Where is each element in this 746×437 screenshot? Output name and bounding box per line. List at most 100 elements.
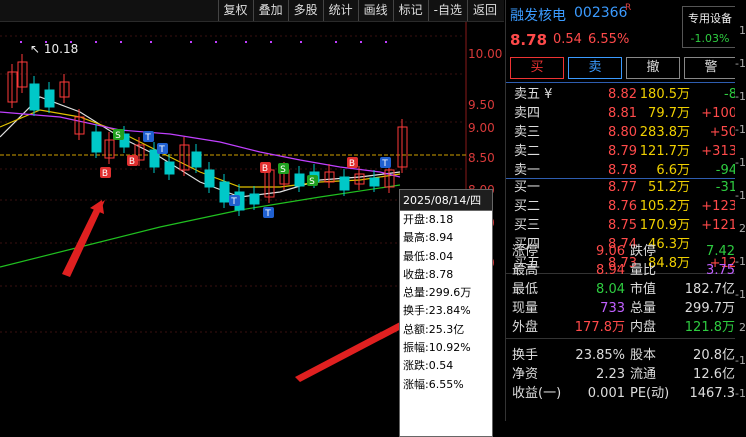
back-button[interactable]: 返回 (466, 0, 502, 21)
stat-row: 外盘 177.8万 内盘 121.8万 (510, 318, 742, 337)
stock-code: 002366 (574, 5, 628, 21)
sector-change: -1.03% (690, 32, 730, 45)
stat-value: 299.7万 (684, 301, 735, 316)
divider (506, 82, 746, 83)
tooltip-row: 涨幅:6.55% (403, 377, 464, 391)
ma-green-line (0, 184, 401, 268)
bid-row[interactable]: 买三 8.75 170.9万 +121 (510, 216, 738, 235)
price-change: 0.54 (553, 32, 582, 47)
candle-tooltip: 2025/08/14/四 开盘:8.18 最高:8.94 最低:8.04 收盘:8.7… (399, 189, 493, 437)
alert-button[interactable]: 警 (684, 57, 738, 79)
top-dot (215, 41, 217, 43)
sell-button[interactable]: 卖 (568, 57, 622, 79)
stat-value: 2.23 (596, 367, 625, 382)
tooltip-row: 总量:299.6万 (403, 286, 472, 300)
edge-label: -1 (735, 156, 746, 169)
ask-row[interactable]: 卖三 8.80 283.8万 +50 (510, 123, 738, 142)
stock-name[interactable]: 融发核电 (510, 5, 566, 25)
tooltip-row: 换手:23.84% (403, 304, 471, 318)
sector-box[interactable]: 专用设备 -1.03% (682, 6, 738, 48)
multi-stock-button[interactable]: 多股 (287, 0, 323, 21)
candle-body (339, 176, 350, 191)
stat-key: 最低 (512, 282, 539, 297)
top-dot (300, 41, 302, 43)
stat-key: 收益(一) (512, 386, 562, 401)
candle-body (191, 151, 202, 168)
stat-row: 收益(一) 0.001 PE(动) 1467.3 (510, 384, 742, 403)
buy-button[interactable]: 买 (510, 57, 564, 79)
high-price-marker: ↖ 10.18 (30, 42, 79, 56)
stat-key: 最高 (512, 263, 539, 278)
candle-body (91, 131, 102, 153)
edge-label: -1 (735, 387, 746, 400)
current-price: 8.78 (510, 31, 548, 49)
stat-key: 总量 (630, 301, 657, 316)
stat-key: 换手 (512, 348, 539, 363)
trade-mark-label: S (115, 131, 121, 141)
edge-label: 2 (739, 222, 746, 235)
bid-label: 买一 (514, 180, 541, 195)
ask-volume: 79.7万 (648, 106, 690, 121)
stat-value: 9.06 (596, 244, 625, 259)
stat-value: 12.6亿 (693, 367, 735, 382)
tooltip-row: 涨跌:0.54 (403, 359, 454, 373)
top-dot (245, 41, 247, 43)
candlestick-chart[interactable]: BBBBSSSTTTTT ↖ 10.18 10.009.509.008.508.… (0, 22, 504, 437)
top-dot (150, 41, 152, 43)
edge-label: -1 (735, 354, 746, 367)
stat-row: 最高 8.94 量比 3.75 (510, 261, 742, 280)
ask-volume: 121.7万 (639, 144, 690, 159)
top-dot (20, 41, 22, 43)
trade-mark-label: T (158, 145, 165, 155)
edge-label: -1 (735, 57, 746, 70)
edge-label: -1 (735, 288, 746, 301)
stat-row: 最低 8.04 市值 182.7亿 (510, 280, 742, 299)
cancel-order-button[interactable]: 撤 (626, 57, 680, 79)
trade-mark-label: T (230, 197, 237, 207)
overlay-button[interactable]: 叠加 (252, 0, 288, 21)
tooltip-row: 振幅:10.92% (403, 341, 471, 355)
candle-body (204, 169, 215, 188)
y-axis-label: 8.50 (468, 151, 495, 165)
candle-body (249, 193, 260, 205)
ask-row[interactable]: 卖二 8.79 121.7万 +313 (510, 142, 738, 161)
stat-value: 8.04 (596, 282, 625, 297)
stat-value: 7.42 (706, 244, 735, 259)
stat-value: 182.7亿 (684, 282, 735, 297)
remove-watchlist-button[interactable]: -自选 (427, 0, 467, 21)
price-change-pct: 6.55% (588, 32, 630, 47)
top-dot (190, 41, 192, 43)
mark-button[interactable]: 标记 (392, 0, 428, 21)
ask-row[interactable]: 卖五 ¥8.82 180.5万 -8 (510, 85, 738, 104)
trade-mark-label: B (129, 157, 135, 167)
edge-label: -1 (735, 123, 746, 136)
bid-label: 买二 (514, 199, 541, 214)
trade-mark-label: T (264, 209, 271, 219)
tooltip-row: 收盘:8.78 (403, 267, 454, 281)
trade-mark-label: T (144, 133, 151, 143)
bid-row[interactable]: 买二 8.76 105.2万 +123 (510, 197, 738, 216)
trade-mark-label: T (381, 159, 388, 169)
stat-key: 现量 (512, 301, 539, 316)
ask-delta: +100 (701, 106, 737, 121)
stat-key: 净资 (512, 367, 539, 382)
ask-row[interactable]: 卖四 8.81 79.7万 +100 (510, 104, 738, 123)
bid-delta: +121 (701, 218, 737, 233)
stat-key: 量比 (630, 263, 657, 278)
stat-key: PE(动) (630, 386, 670, 401)
top-dot (120, 41, 122, 43)
top-dot (95, 41, 97, 43)
stat-value: 8.94 (596, 263, 625, 278)
stat-key: 外盘 (512, 320, 539, 335)
statistics-button[interactable]: 统计 (322, 0, 358, 21)
draw-line-button[interactable]: 画线 (357, 0, 393, 21)
quote-panel: 融发核电 002366 R 8.78 0.54 6.55% 专用设备 -1.03… (505, 0, 746, 421)
stat-row: 换手 23.85% 股本 20.8亿 (510, 346, 742, 365)
trade-buttons: 买 卖 撤 警 (510, 57, 738, 79)
restore-rights-button[interactable]: 复权 (217, 0, 253, 21)
candle-body (29, 83, 40, 111)
bid-delta: +123 (701, 199, 737, 214)
tooltip-row: 开盘:8.18 (403, 213, 454, 226)
bid-row[interactable]: 买一 8.77 51.2万 -31 (510, 178, 738, 197)
stat-value: 0.001 (587, 386, 625, 401)
